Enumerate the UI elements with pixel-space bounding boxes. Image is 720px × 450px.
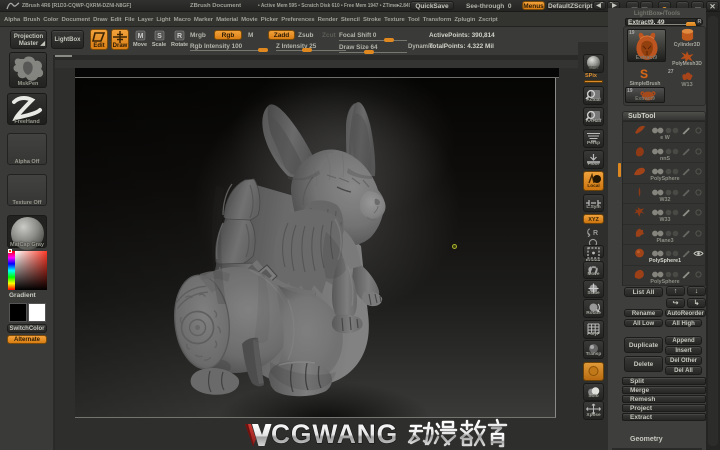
svg-text:R: R bbox=[177, 33, 182, 40]
svg-text:M: M bbox=[138, 33, 144, 40]
svg-text:CGWANG: CGWANG bbox=[271, 419, 398, 449]
svg-text:S: S bbox=[157, 33, 162, 40]
